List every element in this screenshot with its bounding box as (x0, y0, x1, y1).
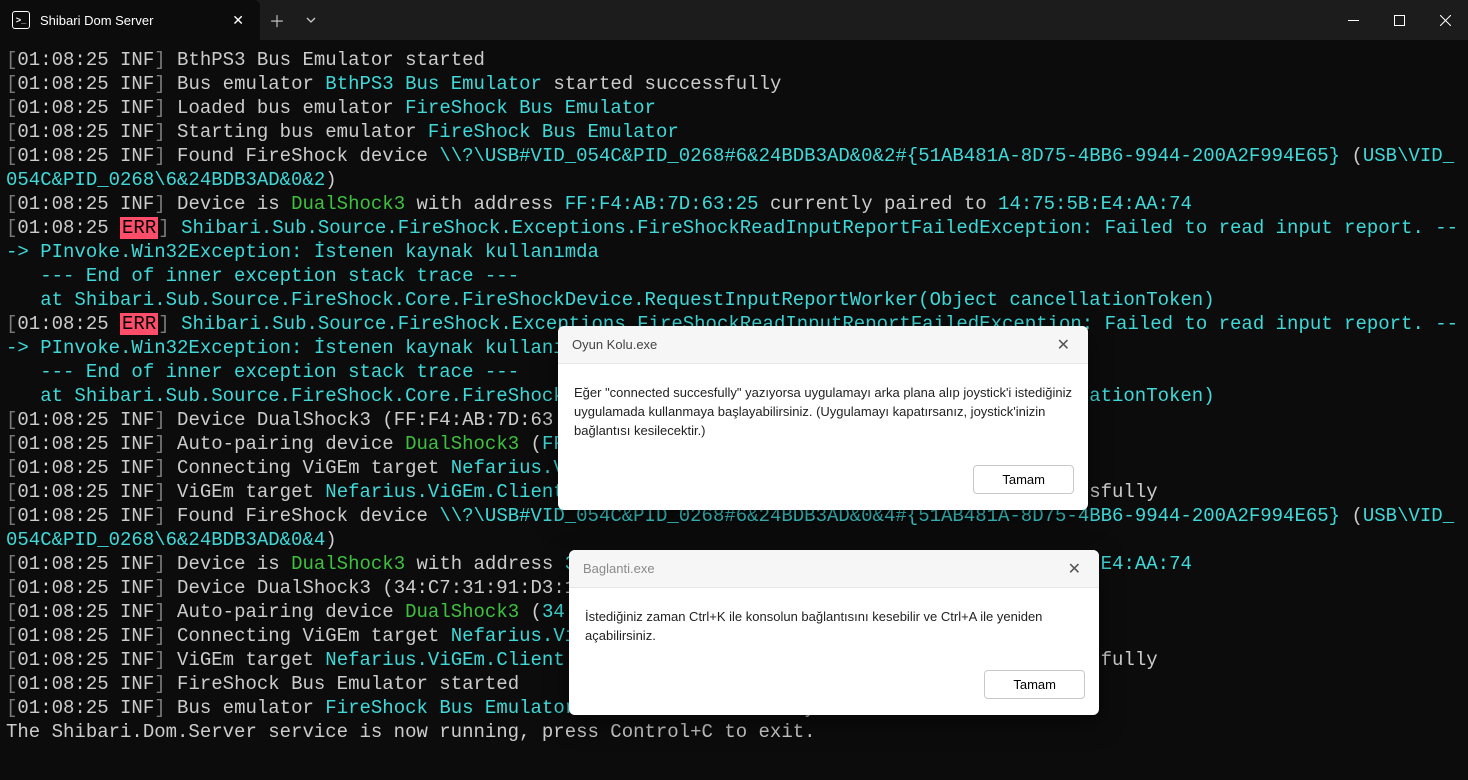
dialog-titlebar[interactable]: Baglanti.exe ✕ (569, 550, 1099, 588)
log-line: [01:08:25 INF] Loaded bus emulator FireS… (6, 96, 1462, 120)
dialog-title: Oyun Kolu.exe (572, 337, 1045, 352)
ok-button[interactable]: Tamam (984, 670, 1085, 699)
close-icon[interactable]: ✕ (1064, 559, 1085, 579)
tab-close-icon[interactable]: ✕ (228, 12, 248, 29)
dialog-titlebar[interactable]: Oyun Kolu.exe ✕ (558, 326, 1088, 364)
log-line: [01:08:25 INF] Device is DualShock3 with… (6, 192, 1462, 216)
log-line: [01:08:25 ERR] Shibari.Sub.Source.FireSh… (6, 216, 1462, 264)
log-line: [01:08:25 INF] Found FireShock device \\… (6, 504, 1462, 552)
close-button[interactable] (1422, 0, 1468, 40)
log-line: [01:08:25 INF] Starting bus emulator Fir… (6, 120, 1462, 144)
log-line: at Shibari.Sub.Source.FireShock.Core.Fir… (6, 288, 1462, 312)
dialog-body: Eğer "connected succesfully" yazıyorsa u… (558, 364, 1088, 455)
close-icon[interactable]: ✕ (1053, 335, 1074, 355)
log-line: [01:08:25 INF] BthPS3 Bus Emulator start… (6, 48, 1462, 72)
minimize-button[interactable] (1330, 0, 1376, 40)
new-tab-button[interactable]: ＋ (260, 0, 294, 40)
log-line: [01:08:25 INF] Bus emulator BthPS3 Bus E… (6, 72, 1462, 96)
dialog-title: Baglanti.exe (583, 561, 1056, 576)
maximize-button[interactable] (1376, 0, 1422, 40)
ok-button[interactable]: Tamam (973, 465, 1074, 494)
terminal-icon: >_ (12, 11, 30, 29)
tab-active[interactable]: >_ Shibari Dom Server ✕ (0, 0, 260, 40)
log-line: The Shibari.Dom.Server service is now ru… (6, 720, 1462, 744)
tab-title: Shibari Dom Server (40, 13, 218, 28)
dialog-oyun-kolu: Oyun Kolu.exe ✕ Eğer "connected succesfu… (558, 326, 1088, 510)
log-line: [01:08:25 INF] Found FireShock device \\… (6, 144, 1462, 192)
dialog-body: İstediğiniz zaman Ctrl+K ile konsolun ba… (569, 588, 1099, 660)
window-titlebar: >_ Shibari Dom Server ✕ ＋ (0, 0, 1468, 40)
dialog-baglanti: Baglanti.exe ✕ İstediğiniz zaman Ctrl+K … (569, 550, 1099, 715)
tab-dropdown-button[interactable] (294, 0, 328, 40)
log-line: --- End of inner exception stack trace -… (6, 264, 1462, 288)
